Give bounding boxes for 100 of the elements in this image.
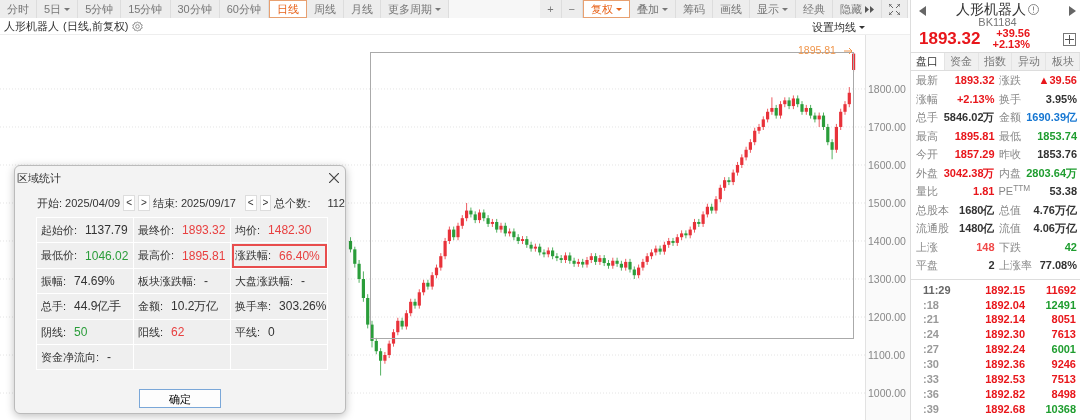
panel-tab[interactable]: 指数	[978, 53, 1013, 70]
stat-value: 3042.38万	[943, 165, 995, 181]
price: 1893.32	[919, 28, 981, 51]
fullscreen-button[interactable]	[882, 0, 908, 18]
tick-time: :30	[923, 357, 940, 373]
tick-time: :21	[923, 312, 940, 328]
period-tab[interactable]: 5分钟	[78, 0, 122, 18]
axis-label: 1300.00	[868, 273, 906, 285]
stat-label: 总值	[998, 202, 1021, 218]
previous-button[interactable]: <	[123, 195, 135, 211]
tick-time: 11:29	[923, 282, 952, 298]
tick-time: :24	[923, 327, 940, 343]
stat-label: 上涨率	[998, 258, 1032, 273]
toolbar-button[interactable]: 复权	[583, 0, 630, 18]
toolbar-button[interactable]: 筹码	[676, 0, 713, 18]
stat-label: 最新	[916, 73, 938, 88]
period-tab[interactable]: 15分钟	[121, 0, 171, 18]
toolbar-button[interactable]: −	[561, 0, 583, 18]
toolbar-button[interactable]: 叠加	[630, 0, 676, 18]
tick-time: :39	[923, 401, 940, 417]
axis-label: 1400.00	[868, 235, 906, 247]
next-button[interactable]: >	[137, 195, 150, 211]
tick-volume: 12491	[1045, 297, 1076, 313]
stat-label: 金额:	[138, 299, 164, 315]
stat-label: 金额	[998, 110, 1021, 125]
stat-value: 1895.81	[954, 128, 995, 144]
stat-value: 10.2万亿	[171, 298, 219, 316]
stat-value: 4.76万亿	[1033, 202, 1077, 218]
tick-price: 1892.53	[984, 372, 1025, 388]
stat-label: 流值	[998, 221, 1021, 236]
tick-volume: 8498	[1051, 386, 1076, 402]
stat-label: 涨跌幅:	[235, 248, 272, 264]
stock-code: BK1184	[977, 17, 1018, 28]
stat-value: 1690.39亿	[1026, 110, 1077, 125]
stat-label: 大盘涨跌幅:	[235, 273, 294, 289]
toolbar-button[interactable]: 画线	[713, 0, 750, 18]
previous-arrow-icon[interactable]	[919, 6, 926, 16]
previous-button[interactable]: <	[244, 195, 257, 211]
axis-label: 1500.00	[868, 197, 906, 209]
stat-value: 44.9亿手	[74, 298, 122, 316]
toolbar-button[interactable]: 隐藏	[833, 0, 882, 18]
period-tab[interactable]: 更多周期	[381, 0, 449, 18]
stat-label: 换手	[998, 91, 1021, 107]
caret-icon	[435, 7, 441, 11]
stat-label: 量比	[916, 184, 938, 199]
ma-setting-button[interactable]: 设置均线	[812, 19, 865, 36]
period-tab[interactable]: 60分钟	[219, 0, 269, 18]
toolbar-button[interactable]: 经典	[796, 0, 833, 18]
period-tab[interactable]: 日线	[269, 0, 307, 18]
leader-line	[843, 47, 853, 55]
tick-time: :33	[923, 372, 940, 388]
stat-label: 总手	[916, 110, 938, 125]
toolbar-button[interactable]: +	[540, 0, 562, 18]
stat-value: 1480亿	[959, 221, 995, 236]
period-tab[interactable]: 周线	[307, 0, 344, 18]
stat-value: +2.13%	[956, 91, 995, 107]
stat-value: 1893.32	[182, 222, 226, 240]
stat-label: 下跌	[998, 239, 1021, 255]
close-button[interactable]	[329, 173, 339, 183]
caret-icon	[782, 7, 788, 11]
stat-value: 74.69%	[74, 272, 115, 290]
chart-subtitle: (日线,前复权)	[63, 18, 129, 34]
tick-volume: 9246	[1051, 357, 1076, 373]
panel-tab[interactable]: 异动	[1012, 53, 1047, 70]
percent-change: +2.13%	[992, 39, 1031, 50]
stat-label: 最高	[916, 128, 938, 144]
period-tab[interactable]: 30分钟	[170, 0, 220, 18]
stat-label: PE$^{TTM}$	[998, 183, 1031, 199]
panel-tab[interactable]: 资金	[944, 53, 979, 70]
stat-value: 4.06万亿	[1033, 221, 1077, 236]
ok-button[interactable]: 确定	[139, 389, 221, 409]
start-date-label: 开始:	[37, 195, 63, 211]
add-button[interactable]	[1063, 32, 1076, 46]
stat-value: 1137.79	[85, 222, 128, 240]
stat-value: 1857.29	[954, 147, 995, 162]
stat-value: 1853.74	[1037, 128, 1077, 144]
period-tab[interactable]: 月线	[344, 0, 381, 18]
stat-value: 1853.76	[1037, 147, 1077, 162]
stat-label: 平线:	[235, 324, 261, 340]
stat-value: 2803.64万	[1026, 165, 1077, 181]
next-arrow-icon[interactable]	[1069, 6, 1076, 16]
next-button[interactable]: >	[259, 195, 272, 211]
tick-price: 1892.30	[984, 327, 1025, 343]
axis-label: 1700.00	[868, 120, 906, 133]
period-tab[interactable]: 5日	[37, 0, 79, 18]
stat-value: 1893.32	[954, 73, 995, 88]
stat-label: 今开	[916, 147, 938, 162]
stat-value: 1046.02	[85, 247, 129, 265]
panel-tab[interactable]: 板块	[1046, 53, 1080, 70]
end-date: 2025/09/17	[180, 195, 236, 211]
caret-icon	[616, 7, 622, 11]
start-date: 2025/04/09	[65, 195, 121, 211]
stat-value: 3.95%	[1045, 91, 1077, 107]
period-tab[interactable]: 分时	[0, 0, 37, 18]
toolbar-button[interactable]: 显示	[750, 0, 796, 18]
settings-icon[interactable]	[132, 20, 144, 32]
stat-value: 148	[976, 239, 995, 255]
stat-label: 昨收	[998, 147, 1021, 162]
tick-volume: 6001	[1051, 342, 1076, 358]
tick-price: 1892.68	[984, 401, 1025, 417]
